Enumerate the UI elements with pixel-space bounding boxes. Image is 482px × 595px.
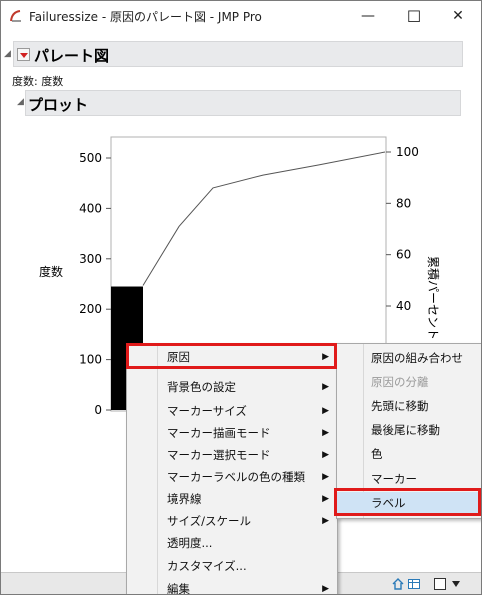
left-axis: 0 100 200 300 400 500 (79, 151, 111, 417)
context-menu-item[interactable]: 背景色の設定 ▶ (127, 376, 337, 398)
submenu-item-label: 先頭に移動 (371, 399, 429, 413)
submenu-item[interactable]: 色 (337, 443, 481, 465)
submenu-arrow-icon: ▶ (322, 516, 329, 526)
submenu-arrow-icon: ▶ (322, 406, 329, 416)
cause-submenu: 原因の組み合わせ 原因の分離先頭に移動最後尾に移動色マーカーラベル (336, 343, 481, 519)
context-menu-item-label: 原因 (167, 350, 190, 364)
left-tick-label: 400 (79, 201, 102, 215)
context-menu-item[interactable]: 透明度... (127, 532, 337, 554)
submenu-item-label: 最後尾に移動 (371, 423, 440, 437)
right-axis: 40 60 80 100 (386, 145, 419, 313)
context-menu-item[interactable]: マーカー描画モード ▶ (127, 422, 337, 444)
context-menu: 原因 ▶ 背景色の設定 ▶ マーカーサイズ ▶ マーカー描画モード ▶ マーカー選択モード ▶ マー… (126, 343, 338, 595)
context-menu-item-label: サイズ/スケール (167, 514, 252, 528)
context-menu-item[interactable]: マーカーラベルの色の種類 ▶ (127, 466, 337, 488)
context-menu-item-label: 境界線 (167, 492, 202, 506)
submenu-arrow-icon: ▶ (322, 352, 329, 362)
context-menu-item-label: マーカー描画モード (167, 426, 271, 440)
left-tick-label: 0 (94, 403, 102, 417)
table-icon[interactable] (407, 577, 421, 591)
submenu-item[interactable]: マーカー (337, 468, 481, 490)
left-tick-label: 300 (79, 252, 102, 266)
context-menu-item[interactable]: マーカーサイズ ▶ (127, 400, 337, 422)
right-tick-label: 40 (396, 299, 411, 313)
submenu-arrow-icon: ▶ (322, 494, 329, 504)
submenu-arrow-icon: ▶ (322, 472, 329, 482)
window-square-icon[interactable] (433, 577, 447, 591)
right-tick-label: 60 (396, 248, 411, 262)
window-title: Failuressize - 原因のパレート図 - JMP Pro (29, 10, 262, 24)
minimize-button[interactable]: — (345, 1, 391, 31)
submenu-item[interactable]: ラベル (337, 492, 481, 514)
submenu-item-label: 原因の分離 (371, 375, 429, 389)
context-menu-item-label: 透明度... (167, 536, 213, 550)
left-tick-label: 500 (79, 151, 102, 165)
dropdown-arrow-icon[interactable] (451, 579, 461, 589)
left-tick-label: 100 (79, 353, 102, 367)
submenu-arrow-icon: ▶ (322, 450, 329, 460)
right-tick-label: 100 (396, 145, 419, 159)
context-menu-item-label: カスタマイズ... (167, 559, 247, 573)
jmp-window: Failuressize - 原因のパレート図 - JMP Pro — ☐ ✕ … (0, 0, 482, 595)
submenu-item[interactable]: 最後尾に移動 (337, 419, 481, 441)
title-bar[interactable]: Failuressize - 原因のパレート図 - JMP Pro — ☐ ✕ (1, 1, 481, 31)
context-menu-item[interactable]: カスタマイズ... (127, 555, 337, 577)
submenu-arrow-icon: ▶ (322, 382, 329, 392)
context-menu-item-label: マーカーサイズ (167, 404, 247, 418)
submenu-item[interactable]: 原因の組み合わせ (337, 347, 481, 369)
context-menu-item[interactable]: 原因 ▶ (127, 346, 337, 368)
context-menu-item[interactable]: マーカー選択モード ▶ (127, 444, 337, 466)
context-menu-item-label: 背景色の設定 (167, 380, 236, 394)
close-button[interactable]: ✕ (435, 1, 481, 31)
submenu-arrow-icon: ▶ (322, 584, 329, 594)
right-axis-title: 累積パーセント (426, 256, 441, 340)
context-menu-item-label: マーカー選択モード (167, 448, 271, 462)
context-menu-item-label: 編集 (167, 582, 190, 595)
context-menu-item[interactable]: 境界線 ▶ (127, 488, 337, 510)
left-tick-label: 200 (79, 302, 102, 316)
submenu-item-label: 色 (371, 447, 383, 461)
submenu-item-label: 原因の組み合わせ (371, 351, 463, 365)
left-axis-title: 度数 (39, 264, 63, 279)
minimize-icon: — (361, 8, 375, 24)
jmp-app-icon (10, 10, 21, 22)
submenu-item[interactable]: 先頭に移動 (337, 395, 481, 417)
submenu-item-label: マーカー (371, 472, 417, 486)
maximize-icon: ☐ (406, 6, 422, 26)
submenu-item-label: ラベル (371, 496, 406, 510)
maximize-button[interactable]: ☐ (391, 1, 437, 31)
context-menu-item[interactable]: サイズ/スケール ▶ (127, 510, 337, 532)
submenu-item: 原因の分離 (337, 371, 481, 393)
right-tick-label: 80 (396, 196, 411, 210)
home-icon[interactable] (391, 577, 405, 591)
close-icon: ✕ (452, 8, 464, 24)
context-menu-item[interactable]: 編集 ▶ (127, 578, 337, 595)
submenu-arrow-icon: ▶ (322, 428, 329, 438)
context-menu-item-label: マーカーラベルの色の種類 (167, 470, 305, 484)
